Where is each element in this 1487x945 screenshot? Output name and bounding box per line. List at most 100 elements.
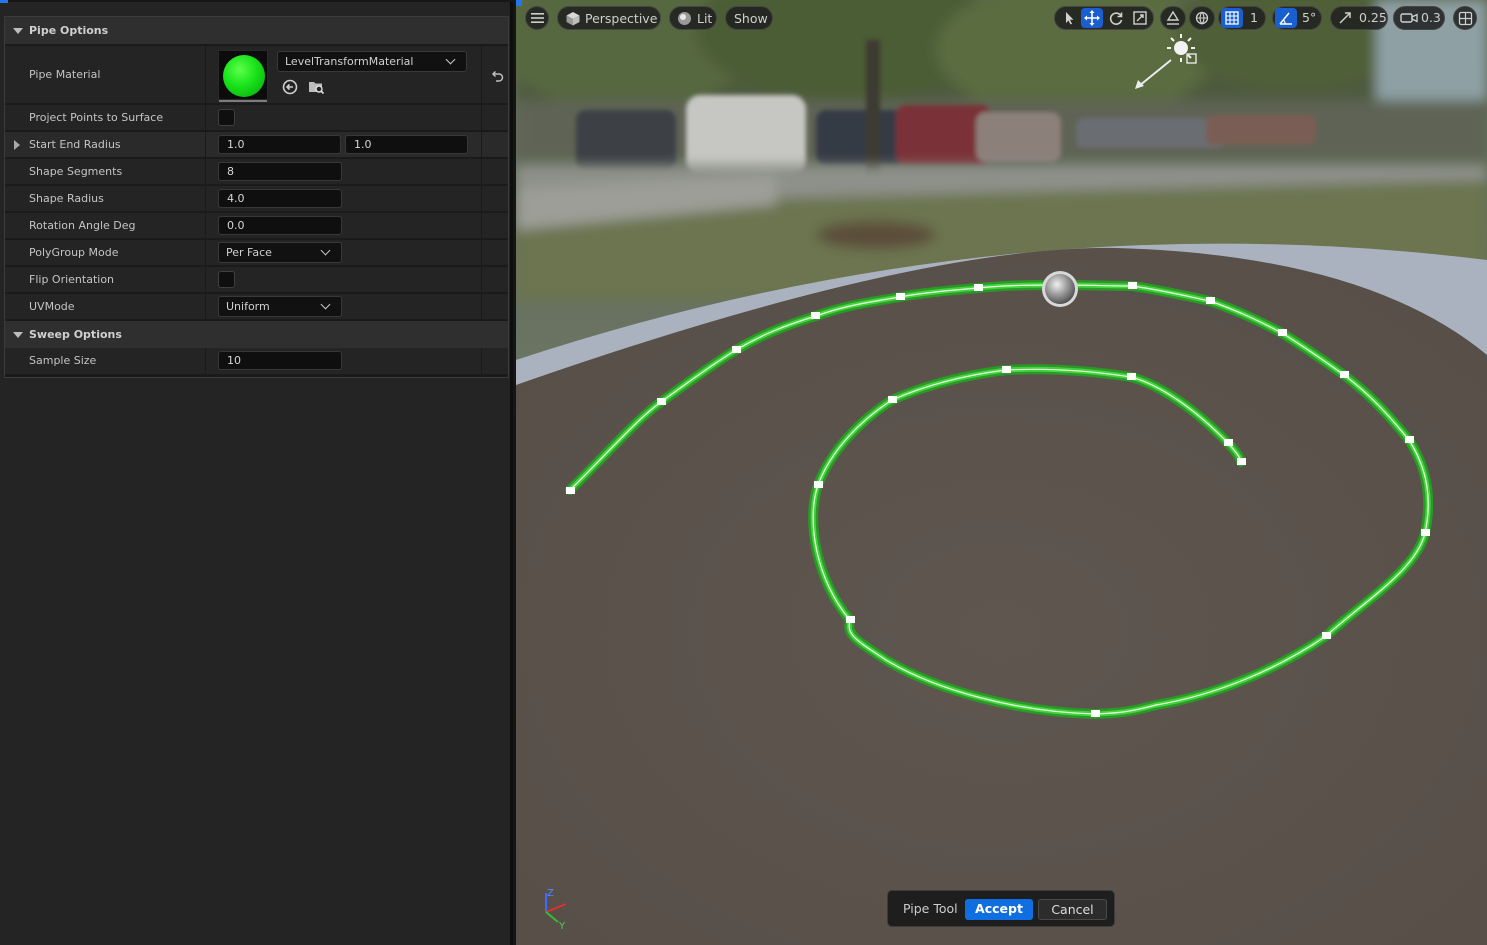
control-point[interactable] — [1421, 529, 1430, 536]
material-thumbnail[interactable] — [218, 50, 268, 102]
camera-speed-control[interactable]: 0.3 — [1393, 6, 1445, 30]
translate-mode-button[interactable] — [1081, 8, 1103, 28]
property-label: Sample Size — [29, 354, 97, 367]
surface-snap-button[interactable] — [1160, 6, 1186, 30]
column-divider — [481, 46, 482, 103]
viewport-menu-button[interactable] — [525, 6, 549, 30]
scale-mode-button[interactable] — [1129, 8, 1151, 28]
property-label: Pipe Material — [29, 68, 101, 81]
show-button[interactable]: Show — [725, 6, 773, 30]
shape-segments-input[interactable]: 8 — [218, 162, 342, 181]
chevron-down-icon — [320, 245, 331, 256]
scale-snap-control[interactable]: 0.25 — [1330, 6, 1388, 30]
property-label: PolyGroup Mode — [29, 246, 119, 259]
control-point[interactable] — [1340, 371, 1349, 378]
column-divider — [481, 132, 482, 157]
layout-button[interactable] — [1453, 6, 1477, 30]
control-point[interactable] — [888, 396, 897, 403]
column-divider — [481, 240, 482, 265]
perspective-label: Perspective — [585, 11, 658, 26]
rotation-snap-control[interactable]: 5° — [1272, 6, 1322, 30]
control-point[interactable] — [732, 346, 741, 353]
control-point[interactable] — [657, 398, 666, 405]
control-point[interactable] — [1128, 282, 1137, 289]
gizmo-sphere[interactable] — [1042, 271, 1078, 307]
tool-accept-bar: Pipe Tool Accept Cancel — [887, 890, 1115, 927]
rotate-icon — [1109, 12, 1123, 25]
row-flip-orientation: Flip Orientation — [5, 267, 508, 293]
reset-to-default-icon[interactable] — [488, 67, 506, 85]
column-divider — [481, 267, 482, 292]
expand-arrow-icon[interactable] — [14, 140, 20, 150]
polygroup-mode-dropdown[interactable]: Per Face — [218, 242, 342, 263]
grid-snap-control[interactable]: 1 — [1218, 6, 1266, 30]
viewport-scene[interactable]: Z Y — [516, 0, 1487, 945]
level-viewport[interactable]: Z Y Perspective Lit Show 1 5° 0.25 0.3 P… — [516, 0, 1487, 945]
category-pipe-options[interactable]: Pipe Options — [5, 17, 508, 45]
viewport-tab-accent — [516, 0, 522, 6]
collapse-arrow-icon[interactable] — [13, 28, 23, 34]
property-label: Project Points to Surface — [29, 111, 164, 124]
sample-size-input[interactable]: 10 — [218, 351, 342, 370]
control-point[interactable] — [1091, 710, 1100, 717]
start-radius-input[interactable]: 1.0 — [218, 135, 341, 154]
use-selected-asset-icon[interactable] — [281, 78, 299, 96]
property-label: Start End Radius — [29, 138, 121, 151]
details-panel: Pipe Options Pipe Material LevelTransfor… — [0, 0, 513, 945]
axis-z-label: Z — [547, 888, 554, 899]
globe-icon — [1195, 11, 1209, 25]
control-point[interactable] — [974, 284, 983, 291]
move-arrows-icon — [1084, 10, 1100, 26]
control-point[interactable] — [1237, 458, 1246, 465]
chevron-down-icon — [445, 54, 456, 65]
shape-radius-input[interactable]: 4.0 — [218, 189, 342, 208]
control-point[interactable] — [896, 293, 905, 300]
project-points-checkbox[interactable] — [218, 109, 235, 126]
category-sweep-options[interactable]: Sweep Options — [5, 321, 508, 349]
control-point[interactable] — [566, 487, 575, 494]
hamburger-icon — [531, 13, 544, 23]
control-point[interactable] — [1405, 436, 1414, 443]
grid-snap-toggle[interactable] — [1221, 8, 1243, 28]
cancel-button[interactable]: Cancel — [1038, 899, 1107, 920]
row-polygroup-mode: PolyGroup Mode Per Face — [5, 240, 508, 266]
control-point[interactable] — [846, 616, 855, 623]
uv-mode-dropdown[interactable]: Uniform — [218, 296, 342, 317]
property-label: UVMode — [29, 300, 75, 313]
view-mode-button[interactable]: Lit — [669, 6, 717, 30]
row-shape-radius: Shape Radius 4.0 — [5, 186, 508, 212]
control-point[interactable] — [1206, 297, 1215, 304]
control-point[interactable] — [1278, 329, 1287, 336]
scale-snap-value: 0.25 — [1359, 10, 1387, 25]
platform-surface — [516, 247, 1487, 945]
rotation-snap-value: 5° — [1302, 10, 1317, 25]
control-point[interactable] — [814, 481, 823, 488]
flip-orientation-checkbox[interactable] — [218, 271, 235, 288]
control-point[interactable] — [1127, 373, 1136, 380]
material-combo[interactable]: LevelTransformMaterial — [277, 51, 467, 72]
column-divider — [205, 159, 206, 184]
grid-snap-value: 1 — [1250, 10, 1258, 25]
lit-label: Lit — [697, 11, 713, 26]
end-radius-input[interactable]: 1.0 — [345, 135, 468, 154]
accept-button[interactable]: Accept — [965, 899, 1033, 920]
axis-y-label: Y — [558, 921, 566, 932]
chevron-down-icon — [320, 299, 331, 310]
coordinate-system-button[interactable] — [1189, 6, 1215, 30]
select-mode-button[interactable] — [1058, 8, 1080, 28]
control-point[interactable] — [1224, 439, 1233, 446]
perspective-button[interactable]: Perspective — [557, 6, 661, 30]
control-point[interactable] — [811, 312, 820, 319]
rotate-mode-button[interactable] — [1105, 8, 1127, 28]
browse-asset-icon[interactable] — [307, 78, 325, 96]
collapse-arrow-icon[interactable] — [13, 332, 23, 338]
column-divider — [205, 294, 206, 319]
pointer-icon — [1066, 12, 1074, 25]
column-divider — [481, 348, 482, 374]
control-point[interactable] — [1002, 366, 1011, 373]
rotation-snap-toggle[interactable] — [1275, 8, 1297, 28]
row-pipe-material: Pipe Material LevelTransformMaterial — [5, 46, 508, 104]
control-point[interactable] — [1322, 632, 1331, 639]
rotation-angle-input[interactable]: 0.0 — [218, 216, 342, 235]
row-rotation-angle: Rotation Angle Deg 0.0 — [5, 213, 508, 239]
